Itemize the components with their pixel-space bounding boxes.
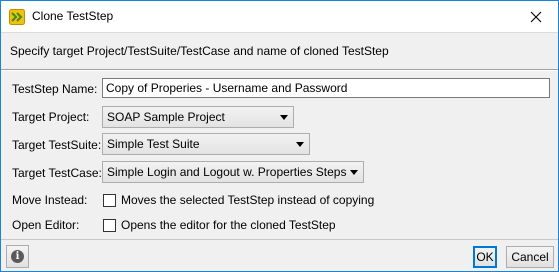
open-editor-label: Open Editor: [12, 218, 80, 232]
teststep-name-input[interactable] [102, 78, 550, 98]
target-testsuite-value: Simple Test Suite [107, 137, 200, 151]
teststep-name-label: TestStep Name: [12, 82, 98, 96]
clone-teststep-dialog: Clone TestStep Specify target Project/Te… [0, 0, 559, 272]
chevron-down-icon [280, 115, 288, 120]
target-project-label: Target Project: [12, 110, 90, 124]
open-editor-checkbox[interactable] [103, 219, 116, 232]
title-bar[interactable]: Clone TestStep [1, 1, 558, 32]
cancel-button[interactable]: Cancel [506, 246, 554, 268]
target-testcase-value: Simple Login and Logout w. Properties St… [107, 165, 347, 179]
chevron-down-icon [296, 142, 304, 147]
open-editor-description[interactable]: Opens the editor for the cloned TestStep [121, 218, 336, 232]
target-testcase-label: Target TestCase: [12, 166, 102, 180]
target-testcase-select[interactable]: Simple Login and Logout w. Properties St… [102, 161, 364, 183]
chevron-down-icon [350, 170, 358, 175]
target-testsuite-label: Target TestSuite: [12, 138, 102, 152]
target-project-value: SOAP Sample Project [107, 110, 225, 124]
target-testsuite-select[interactable]: Simple Test Suite [102, 133, 310, 155]
move-instead-checkbox[interactable] [103, 194, 116, 207]
close-button[interactable] [514, 1, 558, 32]
dialog-description: Specify target Project/TestSuite/TestCas… [10, 44, 389, 58]
window-title: Clone TestStep [32, 9, 114, 23]
info-icon: i [11, 250, 24, 263]
help-button[interactable]: i [6, 245, 29, 268]
ok-button[interactable]: OK [473, 246, 497, 268]
close-icon [530, 11, 542, 22]
soapui-teststep-icon [9, 9, 25, 25]
target-project-select[interactable]: SOAP Sample Project [102, 106, 294, 128]
dialog-footer: i OK Cancel [1, 239, 558, 271]
clone-form: TestStep Name: Target Project: SOAP Samp… [1, 71, 558, 239]
dialog-header: Specify target Project/TestSuite/TestCas… [1, 32, 558, 70]
move-instead-label: Move Instead: [12, 193, 88, 207]
move-instead-description[interactable]: Moves the selected TestStep instead of c… [121, 193, 374, 207]
